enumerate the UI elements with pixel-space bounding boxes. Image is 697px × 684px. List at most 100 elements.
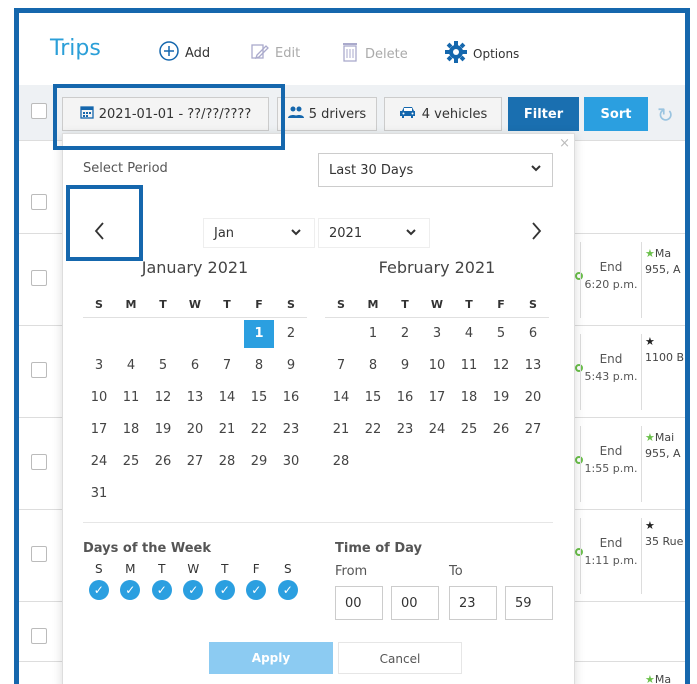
- day-cell[interactable]: 3: [83, 350, 115, 382]
- day-cell[interactable]: 28: [211, 446, 243, 478]
- sort-button[interactable]: Sort: [584, 97, 648, 131]
- day-cell[interactable]: 26: [147, 446, 179, 478]
- row-checkbox[interactable]: [31, 194, 47, 210]
- row-checkbox[interactable]: [31, 454, 47, 470]
- day-cell[interactable]: 29: [243, 446, 275, 478]
- star-icon: ★: [645, 673, 655, 684]
- period-select[interactable]: Last 30 Days: [318, 153, 553, 187]
- day-cell[interactable]: 13: [517, 350, 549, 382]
- from-hour-input[interactable]: 00: [335, 586, 383, 620]
- day-cell[interactable]: 5: [485, 318, 517, 350]
- day-cell[interactable]: 1: [244, 320, 274, 348]
- day-cell[interactable]: 22: [357, 414, 389, 446]
- day-cell[interactable]: 11: [115, 382, 147, 414]
- day-cell[interactable]: 7: [325, 350, 357, 382]
- month-select[interactable]: Jan: [203, 218, 315, 248]
- drivers-button[interactable]: 5 drivers: [277, 97, 377, 131]
- day-cell[interactable]: 17: [83, 414, 115, 446]
- day-cell[interactable]: 16: [389, 382, 421, 414]
- checkmark-icon[interactable]: ✓: [120, 580, 141, 600]
- day-cell[interactable]: 27: [179, 446, 211, 478]
- checkmark-icon[interactable]: ✓: [277, 580, 298, 600]
- row-checkbox[interactable]: [31, 628, 47, 644]
- checkmark-icon[interactable]: ✓: [88, 580, 109, 600]
- day-cell[interactable]: 6: [517, 318, 549, 350]
- day-cell[interactable]: 21: [211, 414, 243, 446]
- day-cell[interactable]: 2: [389, 318, 421, 350]
- day-cell[interactable]: 28: [325, 446, 357, 478]
- year-select[interactable]: 2021: [318, 218, 430, 248]
- refresh-icon[interactable]: ↻: [657, 103, 674, 127]
- day-cell[interactable]: 13: [179, 382, 211, 414]
- day-cell[interactable]: 12: [485, 350, 517, 382]
- day-cell[interactable]: 30: [275, 446, 307, 478]
- day-cell[interactable]: 16: [275, 382, 307, 414]
- delete-button[interactable]: Delete: [341, 41, 408, 67]
- day-cell[interactable]: 23: [275, 414, 307, 446]
- day-cell[interactable]: 27: [517, 414, 549, 446]
- day-cell[interactable]: 22: [243, 414, 275, 446]
- filter-button[interactable]: Filter: [508, 97, 579, 131]
- day-cell[interactable]: 21: [325, 414, 357, 446]
- day-cell[interactable]: 4: [453, 318, 485, 350]
- row-checkbox[interactable]: [31, 546, 47, 562]
- day-cell[interactable]: 5: [147, 350, 179, 382]
- day-cell[interactable]: 3: [421, 318, 453, 350]
- chevron-down-icon: [530, 162, 542, 177]
- day-cell[interactable]: 10: [83, 382, 115, 414]
- options-button[interactable]: Options: [445, 41, 519, 66]
- day-cell[interactable]: 19: [485, 382, 517, 414]
- day-cell[interactable]: 25: [453, 414, 485, 446]
- day-cell[interactable]: 2: [275, 318, 307, 350]
- checkmark-icon[interactable]: ✓: [246, 580, 267, 600]
- day-cell[interactable]: 8: [357, 350, 389, 382]
- day-cell[interactable]: 10: [421, 350, 453, 382]
- day-cell[interactable]: 14: [211, 382, 243, 414]
- day-cell[interactable]: 24: [421, 414, 453, 446]
- row-checkbox[interactable]: [31, 270, 47, 286]
- day-cell[interactable]: 9: [389, 350, 421, 382]
- day-cell[interactable]: 7: [211, 350, 243, 382]
- to-minute-input[interactable]: 59: [505, 586, 553, 620]
- next-month-button[interactable]: [529, 220, 543, 248]
- to-hour-input[interactable]: 23: [449, 586, 497, 620]
- address: 1100 B: [645, 351, 685, 364]
- day-cell[interactable]: 18: [453, 382, 485, 414]
- checkmark-icon[interactable]: ✓: [214, 580, 235, 600]
- day-cell[interactable]: 31: [83, 478, 115, 510]
- day-cell[interactable]: 19: [147, 414, 179, 446]
- day-cell[interactable]: 14: [325, 382, 357, 414]
- vehicles-button[interactable]: 4 vehicles: [384, 97, 502, 131]
- day-cell[interactable]: 20: [179, 414, 211, 446]
- dow-letter: F: [252, 562, 260, 576]
- day-cell[interactable]: 12: [147, 382, 179, 414]
- day-cell[interactable]: 15: [357, 382, 389, 414]
- row-checkbox[interactable]: [31, 362, 47, 378]
- close-icon[interactable]: ×: [559, 136, 570, 151]
- from-minute-input[interactable]: 00: [391, 586, 439, 620]
- select-all-checkbox[interactable]: [31, 103, 47, 119]
- day-cell[interactable]: 15: [243, 382, 275, 414]
- day-cell[interactable]: 23: [389, 414, 421, 446]
- day-cell[interactable]: 18: [115, 414, 147, 446]
- time-of-day-section: Time of Day From To 00 00 23 59: [335, 541, 565, 622]
- day-cell[interactable]: 9: [275, 350, 307, 382]
- edit-button[interactable]: Edit: [249, 41, 300, 65]
- day-cell[interactable]: 1: [357, 318, 389, 350]
- apply-button[interactable]: Apply: [209, 642, 333, 674]
- day-cell[interactable]: 4: [115, 350, 147, 382]
- day-cell[interactable]: 24: [83, 446, 115, 478]
- day-cell[interactable]: 8: [243, 350, 275, 382]
- add-button[interactable]: Add: [159, 41, 210, 65]
- day-cell[interactable]: 11: [453, 350, 485, 382]
- day-cell[interactable]: 6: [179, 350, 211, 382]
- day-cell[interactable]: 26: [485, 414, 517, 446]
- end-time-cell: End 6:20 p.m.: [580, 242, 642, 318]
- cancel-button[interactable]: Cancel: [338, 642, 462, 674]
- add-label: Add: [185, 45, 211, 61]
- checkmark-icon[interactable]: ✓: [183, 580, 204, 600]
- day-cell[interactable]: 25: [115, 446, 147, 478]
- checkmark-icon[interactable]: ✓: [151, 580, 172, 600]
- day-cell[interactable]: 17: [421, 382, 453, 414]
- day-cell[interactable]: 20: [517, 382, 549, 414]
